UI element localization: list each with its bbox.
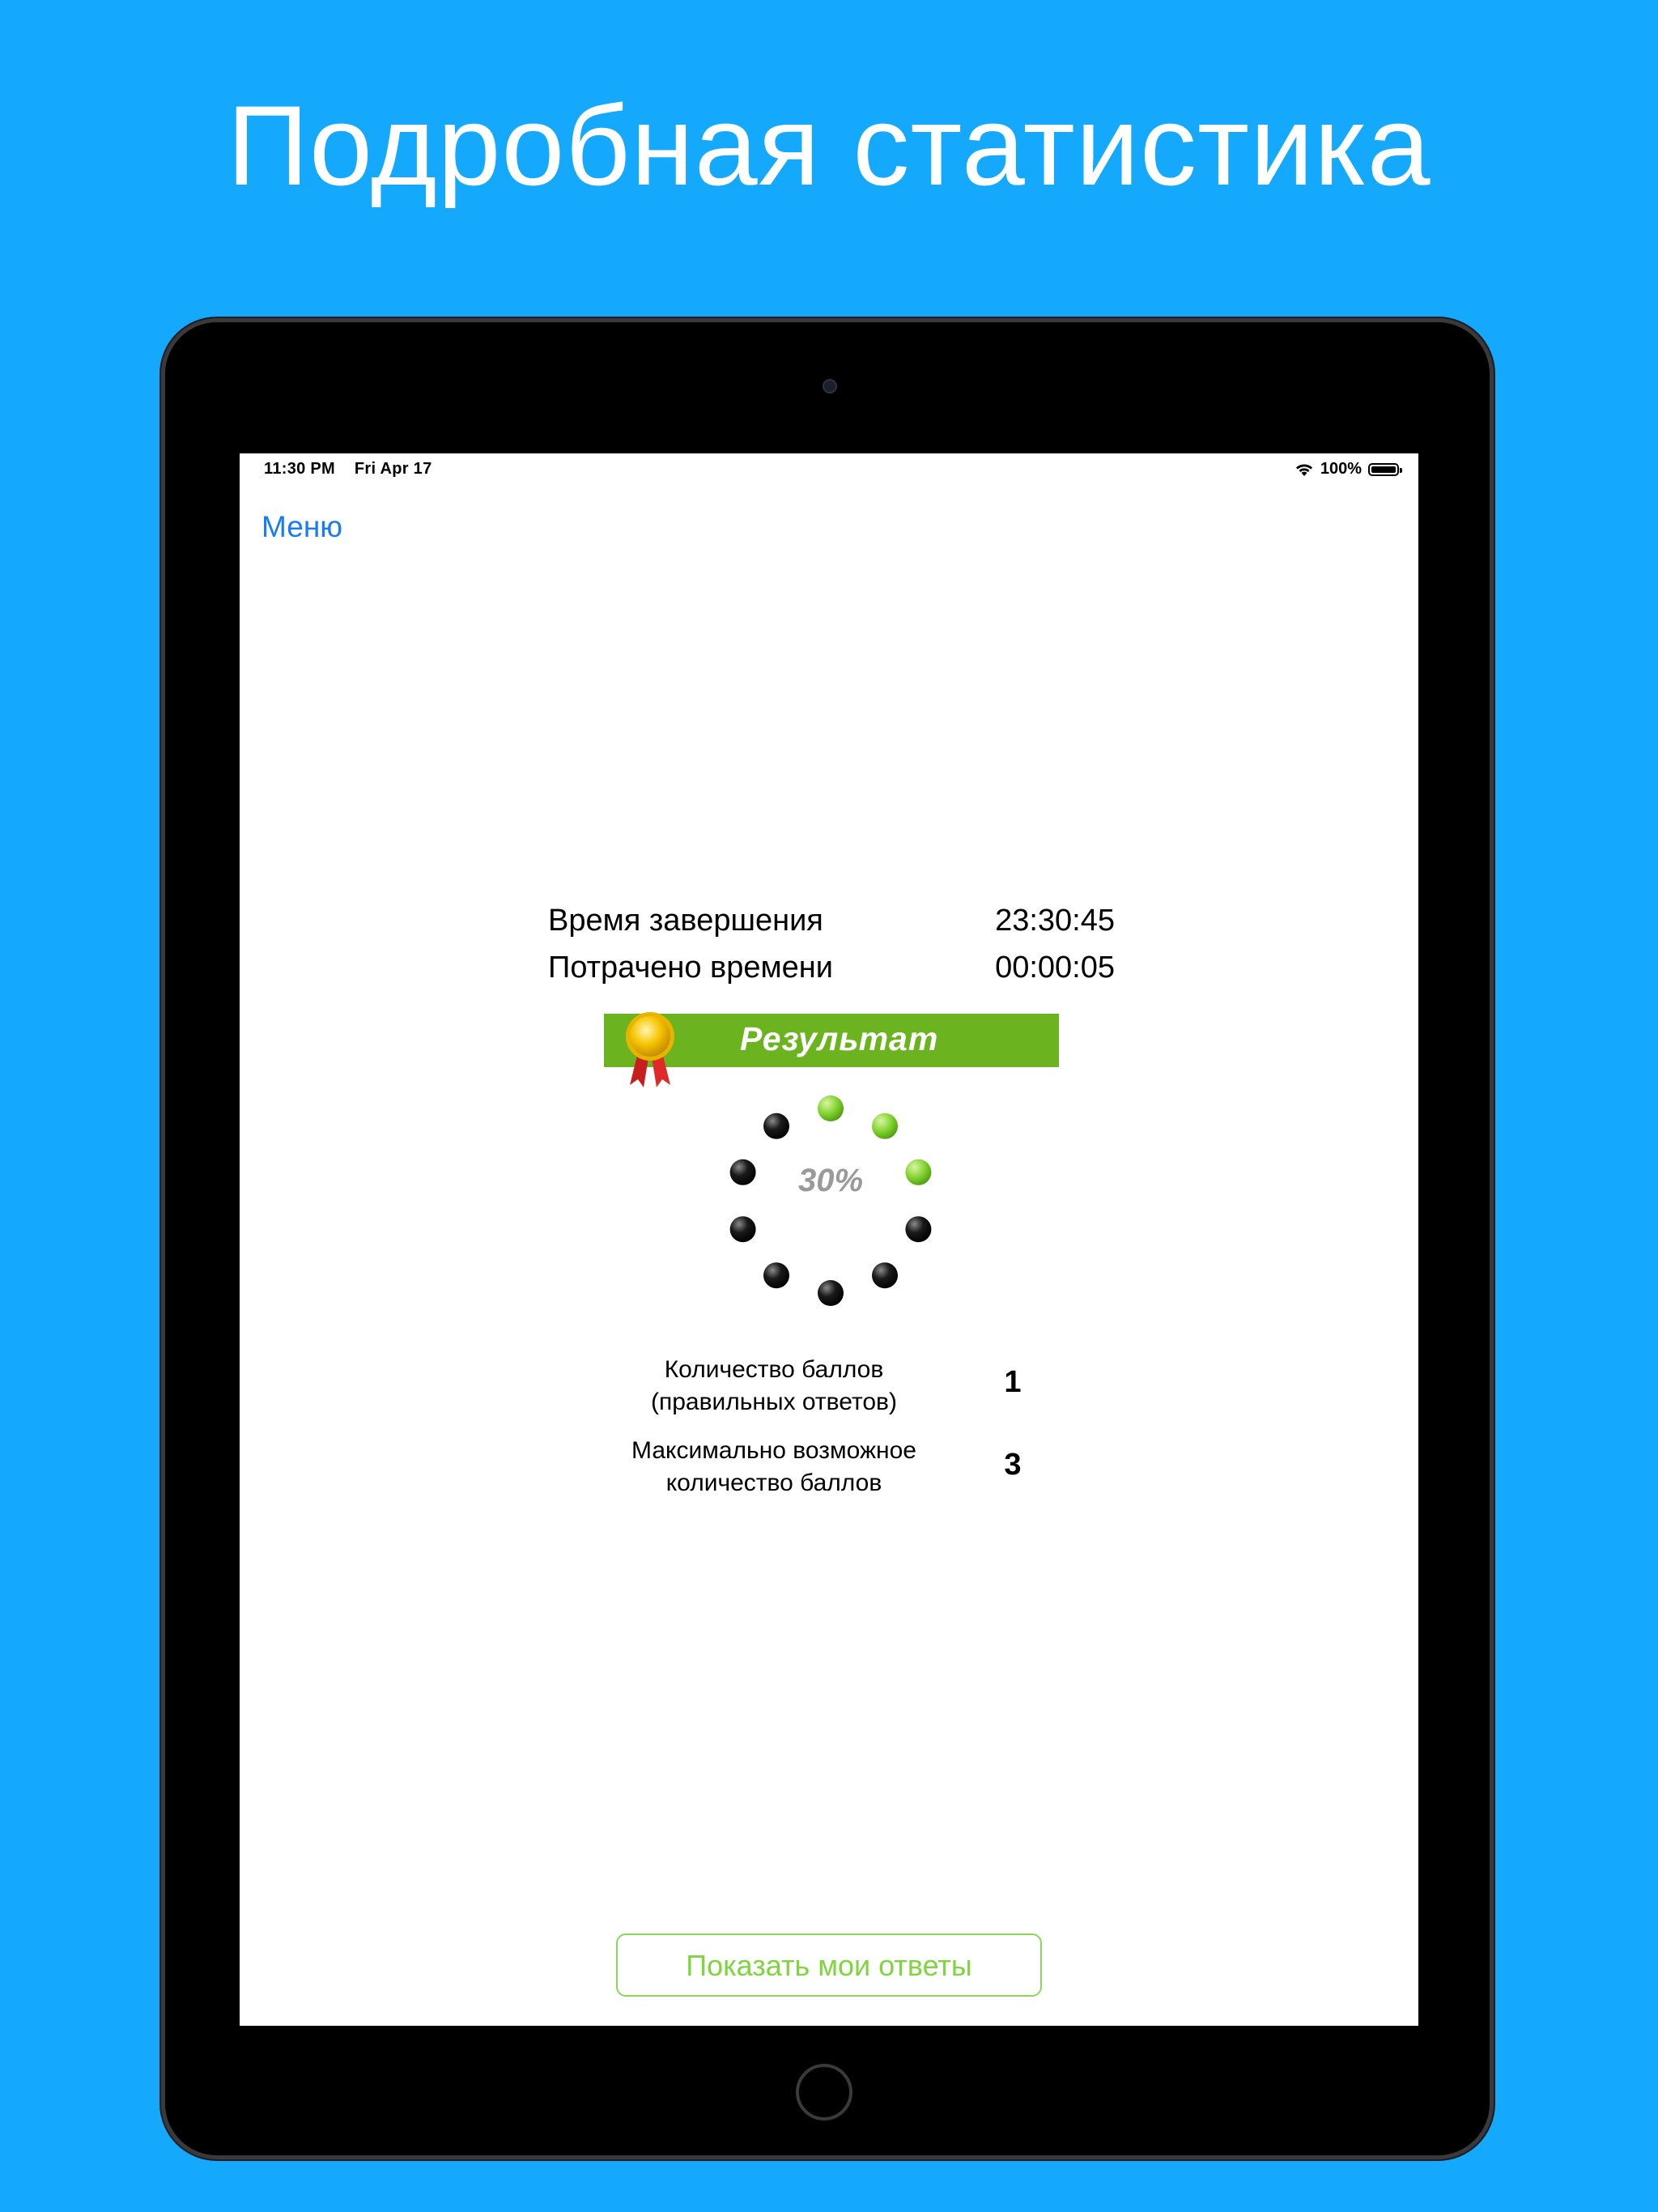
- score-label: Количество баллов (правильных ответов): [596, 1354, 952, 1419]
- status-date: Fri Apr 17: [354, 460, 432, 478]
- progress-dot-empty: [763, 1262, 789, 1289]
- progress-ring: [729, 1095, 932, 1306]
- score-label-line2: (правильных ответов): [651, 1389, 897, 1415]
- battery-icon: [1368, 462, 1402, 476]
- max-score-label-line1: Максимально возможное: [631, 1437, 916, 1464]
- progress-dot-empty: [905, 1216, 932, 1243]
- status-time: 11:30 PM: [264, 460, 336, 478]
- wifi-icon: [1295, 464, 1312, 476]
- result-title: Результат: [740, 1020, 939, 1057]
- home-button[interactable]: [796, 2064, 852, 2121]
- progress-dot-empty: [818, 1280, 844, 1306]
- max-score-label: Максимально возможное количество баллов: [596, 1435, 952, 1499]
- menu-link[interactable]: Меню: [261, 510, 342, 544]
- app-screen: 11:30 PM Fri Apr 17 100% Меню Время заве…: [240, 453, 1418, 2026]
- show-answers-button[interactable]: Показать мои ответы: [616, 1933, 1042, 1997]
- progress-dot-filled: [818, 1095, 844, 1121]
- progress-dot-filled: [905, 1159, 932, 1185]
- progress-dot-filled: [872, 1112, 898, 1139]
- progress-dot-empty: [872, 1262, 898, 1289]
- max-score-label-line2: количество баллов: [665, 1470, 882, 1496]
- progress-dot-empty: [763, 1112, 789, 1139]
- progress-dot-empty: [729, 1159, 756, 1185]
- camera-icon: [823, 379, 837, 393]
- score-label-line1: Количество баллов: [664, 1356, 884, 1383]
- percent-label: 30%: [797, 1163, 864, 1198]
- max-score-value: 3: [1004, 1448, 1022, 1482]
- status-bar-right: 100%: [1295, 460, 1402, 479]
- finish-time-label: Время завершения: [548, 904, 823, 938]
- time-spent-value: 00:00:05: [995, 951, 1115, 985]
- time-spent-label: Потрачено времени: [548, 951, 833, 985]
- finish-time-value: 23:30:45: [995, 904, 1115, 938]
- progress-dot-empty: [729, 1216, 756, 1243]
- headline: Подробная статистика: [227, 82, 1431, 209]
- medal-icon: [626, 1012, 674, 1087]
- battery-percent: 100%: [1320, 460, 1362, 478]
- ipad-frame: 11:30 PM Fri Apr 17 100% Меню Время заве…: [165, 322, 1490, 2155]
- battery-fill: [1371, 466, 1396, 473]
- score-value: 1: [1004, 1365, 1022, 1399]
- status-bar-left: 11:30 PM Fri Apr 17: [264, 460, 447, 479]
